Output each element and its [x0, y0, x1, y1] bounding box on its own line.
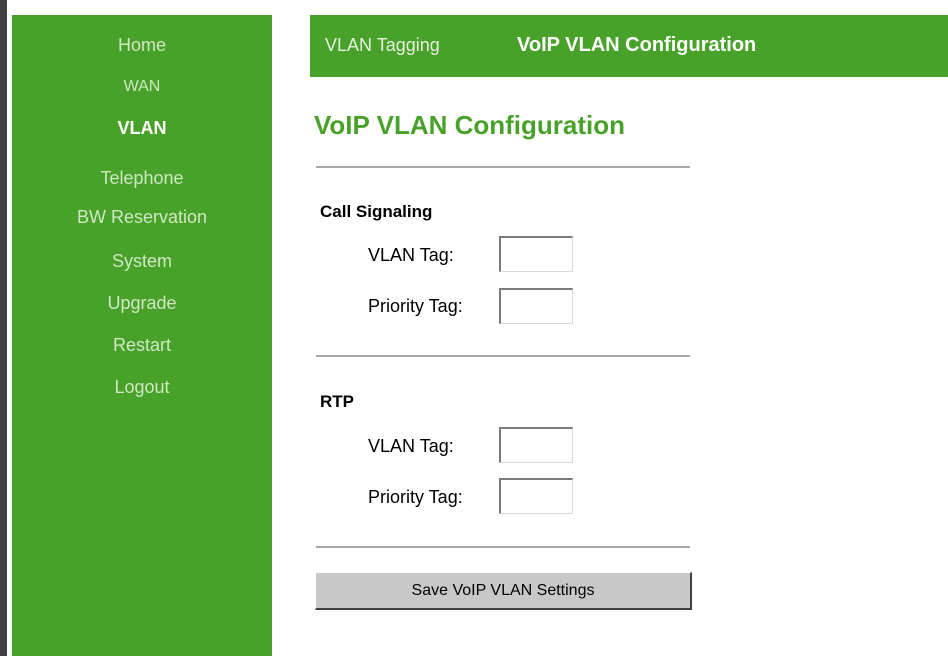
divider: [316, 166, 690, 168]
rtp-priority-tag-label: Priority Tag:: [368, 487, 463, 507]
section-heading-rtp: RTP: [320, 392, 354, 411]
rtp-vlan-tag-label: VLAN Tag:: [368, 436, 454, 456]
divider: [316, 546, 690, 548]
call-signaling-vlan-tag-label: VLAN Tag:: [368, 245, 454, 265]
tab-bar: VLAN Tagging VoIP VLAN Configuration: [310, 15, 948, 77]
sidebar-item-logout[interactable]: Logout: [12, 377, 272, 398]
sidebar-item-vlan[interactable]: VLAN: [12, 118, 272, 139]
page-title: VoIP VLAN Configuration: [314, 110, 626, 140]
save-voip-vlan-settings-button[interactable]: Save VoIP VLAN Settings: [315, 572, 692, 610]
page: Home WAN VLAN Telephone BW Reservation S…: [0, 0, 948, 656]
sidebar: Home WAN VLAN Telephone BW Reservation S…: [12, 15, 272, 656]
rtp-vlan-tag-input[interactable]: [499, 427, 573, 463]
tab-vlan-tagging[interactable]: VLAN Tagging: [325, 35, 440, 56]
section-heading-call-signaling: Call Signaling: [320, 202, 433, 221]
rtp-priority-tag-input[interactable]: [499, 478, 573, 514]
sidebar-item-bw-reservation[interactable]: BW Reservation: [12, 207, 272, 228]
sidebar-item-telephone[interactable]: Telephone: [12, 168, 272, 189]
tab-voip-vlan-configuration[interactable]: VoIP VLAN Configuration: [517, 34, 756, 57]
sidebar-item-system[interactable]: System: [12, 251, 272, 272]
call-signaling-priority-tag-label: Priority Tag:: [368, 296, 463, 316]
sidebar-item-upgrade[interactable]: Upgrade: [12, 293, 272, 314]
divider: [316, 355, 690, 357]
sidebar-item-restart[interactable]: Restart: [12, 335, 272, 356]
call-signaling-vlan-tag-input[interactable]: [499, 236, 573, 272]
window-left-border: [0, 0, 7, 656]
sidebar-item-home[interactable]: Home: [12, 35, 272, 56]
call-signaling-priority-tag-input[interactable]: [499, 288, 573, 324]
sidebar-item-wan[interactable]: WAN: [12, 78, 272, 96]
